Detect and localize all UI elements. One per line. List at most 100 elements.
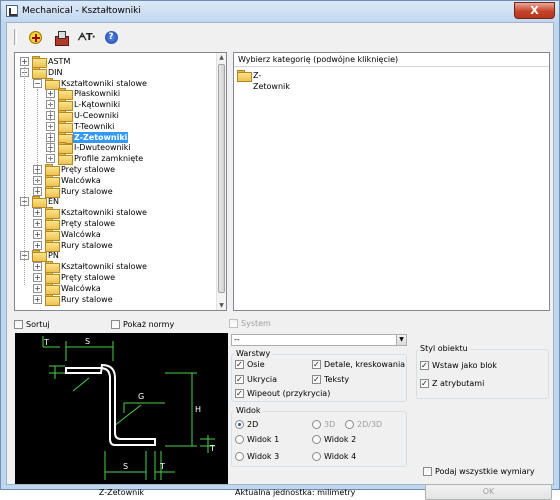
all-dims-box[interactable] [423, 467, 432, 476]
help-icon: ? [104, 30, 118, 44]
chevron-down-icon[interactable]: ▼ [396, 335, 406, 345]
expand-icon[interactable]: + [33, 240, 42, 250]
ukrycia-box[interactable] [235, 374, 244, 385]
tree-item[interactable]: + Rury stalowe [15, 185, 215, 198]
pokaz-normy-box[interactable] [111, 320, 120, 329]
folder-icon [32, 250, 47, 263]
view-3d-dot[interactable] [312, 420, 321, 429]
tree-item[interactable]: + Kształtowniki stalowe [15, 261, 215, 274]
ok-button[interactable]: OK [425, 484, 552, 500]
tree-item[interactable]: + I-Dwuteowniki [15, 142, 215, 155]
tree-item-label: Walcówka [61, 229, 101, 239]
tree-item[interactable]: − Kształtowniki stalowe [15, 77, 215, 90]
expand-icon[interactable]: + [33, 273, 42, 282]
scroll-up-icon[interactable]: ▲ [217, 53, 226, 62]
add-button[interactable] [25, 28, 45, 46]
wstaw-jako-blok-label: Wstaw jako blok [432, 361, 497, 370]
text-style-button[interactable]: ᗅT· [76, 28, 96, 46]
scrollbar-thumb[interactable] [218, 64, 225, 293]
wipeout-label: Wipeout (przykrycia) [247, 389, 331, 398]
tree-item[interactable]: + Pręty stalowe [15, 164, 215, 176]
dialog-client-area: ᗅT· ? + ASTM − DIN − Kształtowniki stalowe + Pł… [6, 22, 554, 500]
wstaw-jako-blok-box[interactable] [420, 360, 429, 371]
tree-item[interactable]: + T-Teowniki [15, 120, 215, 133]
close-button[interactable]: X [514, 2, 555, 19]
tree-item[interactable]: + Profile zamknięte [15, 153, 215, 166]
tree-item[interactable]: + Rury stalowe [15, 293, 215, 306]
properties-button[interactable] [51, 28, 71, 46]
expand-icon[interactable]: + [20, 57, 29, 66]
view-2d-dot[interactable] [235, 420, 244, 429]
tree-item[interactable]: + U-Ceowniki [15, 110, 215, 122]
tree-item-label: Kształtowniki stalowe [61, 262, 147, 272]
scroll-down-icon[interactable]: ▼ [217, 301, 226, 310]
tree-item[interactable]: + Pręty stalowe [15, 272, 215, 284]
category-list[interactable]: Wybierz kategorię (podwójne kliknięcie) … [233, 52, 550, 311]
view-2d3d-dot[interactable] [345, 420, 354, 429]
folder-icon [32, 66, 47, 79]
folder-icon [32, 56, 47, 68]
tree-item[interactable]: + Walcówka [15, 282, 215, 295]
widok-4-dot[interactable] [312, 452, 321, 461]
tree-item-label: Rury stalowe [61, 294, 113, 304]
expand-icon[interactable]: + [46, 89, 55, 99]
dim-t-top-label: T [43, 338, 49, 347]
widok-1-label: Widok 1 [247, 435, 280, 444]
tree-scrollbar[interactable]: ▲ ▼ [216, 53, 226, 310]
expand-icon[interactable]: + [33, 262, 42, 272]
expand-icon[interactable]: + [33, 229, 42, 239]
profile-preview: T S G H T S T [15, 333, 228, 484]
system-box[interactable] [229, 319, 238, 328]
window-title: Mechanical - Kształtowniki [22, 6, 141, 16]
tree-item-label: Pręty stalowe [61, 165, 116, 174]
help-button[interactable]: ? [101, 28, 121, 46]
toolbar-grip[interactable] [14, 29, 17, 45]
tree-item[interactable]: − PN [15, 250, 215, 263]
tree-item-label: EN [48, 197, 60, 207]
expand-icon[interactable]: + [33, 294, 42, 304]
z-profile-outline [65, 363, 156, 446]
folder-icon [45, 293, 60, 306]
tree-item-label: Z-Zetowniki [73, 131, 129, 143]
tree-item[interactable]: + Płaskowniki [15, 88, 215, 101]
osie-box[interactable] [235, 359, 244, 370]
size-combo[interactable]: -- ▼ [231, 334, 407, 346]
tree-item-label: Profile zamknięte [74, 154, 144, 164]
folder-icon [45, 228, 60, 241]
z-atrybutami-box[interactable] [420, 378, 429, 389]
sortuj-box[interactable] [14, 320, 23, 329]
tree-item-label: Kształtowniki stalowe [61, 78, 147, 88]
folder-icon [32, 196, 47, 209]
tree-item-label: T-Teowniki [74, 121, 115, 131]
tree-item[interactable]: + L-Kątowniki [15, 99, 215, 112]
tree-item[interactable]: − EN [15, 196, 215, 209]
category-tree[interactable]: + ASTM − DIN − Kształtowniki stalowe + Płaskown… [14, 52, 227, 311]
teksty-box[interactable] [312, 374, 321, 385]
tree-item[interactable]: + Z-Zetowniki [15, 131, 215, 144]
dialog-window: Mechanical - Kształtowniki X ᗅT· ? + ASTM… [0, 0, 560, 500]
detale-box[interactable] [312, 359, 321, 370]
widok-1-dot[interactable] [235, 435, 244, 444]
collapse-icon[interactable]: − [33, 78, 42, 88]
widok-3-dot[interactable] [235, 452, 244, 461]
tree-item-label: I-Dwuteowniki [74, 143, 131, 153]
tree-item[interactable]: + ASTM [15, 56, 215, 68]
tree-item[interactable]: + Kształtowniki stalowe [15, 207, 215, 220]
tree-item[interactable]: − DIN [15, 66, 215, 79]
expand-icon[interactable]: + [33, 219, 42, 228]
tree-item[interactable]: + Rury stalowe [15, 239, 215, 252]
wipeout-box[interactable] [235, 388, 244, 399]
sortuj-label: Sortuj [26, 320, 50, 329]
view-2d3d-label: 2D/3D [357, 420, 383, 429]
tree-item[interactable]: + Pręty stalowe [15, 218, 215, 230]
title-bar[interactable]: Mechanical - Kształtowniki X [1, 1, 559, 21]
tree-item-label: U-Ceowniki [74, 111, 119, 120]
system-label: System [241, 319, 271, 328]
widok-2-dot[interactable] [312, 435, 321, 444]
teksty-label: Teksty [324, 375, 350, 384]
expand-icon[interactable]: + [33, 283, 42, 293]
tree-item[interactable]: + Walcówka [15, 228, 215, 241]
tree-item[interactable]: + Walcówka [15, 174, 215, 187]
view-3d-label: 3D [324, 420, 336, 429]
expand-icon[interactable]: + [33, 208, 42, 218]
